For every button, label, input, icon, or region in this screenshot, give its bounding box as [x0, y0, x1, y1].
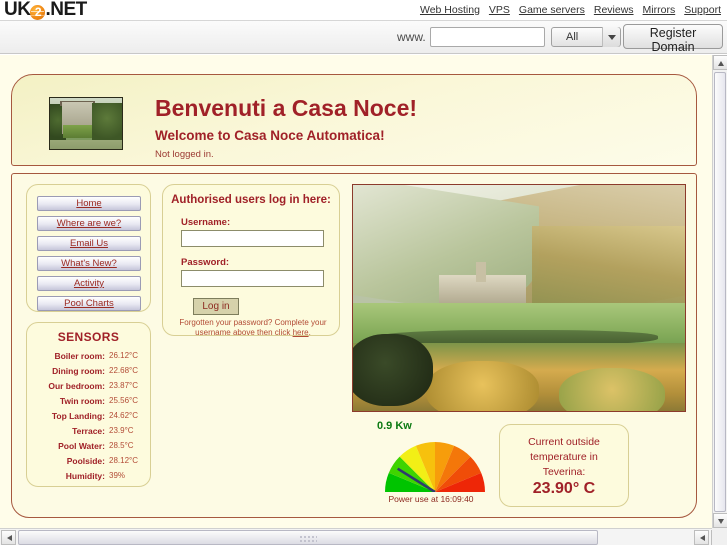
- sensor-row-humidity: Humidity: 39%: [31, 471, 148, 485]
- uk2-logo[interactable]: UK 2 .NET: [4, 0, 87, 21]
- gauge-caption: Power use at 16:09:40: [388, 494, 474, 504]
- uk2-header-bar: UK 2 .NET Web Hosting VPS Game servers Review…: [0, 0, 727, 21]
- gauge-dial: [385, 442, 485, 492]
- sidebar-item-email-us[interactable]: Email Us: [37, 236, 141, 251]
- sidebar-item-whats-new[interactable]: What's New?: [37, 256, 141, 271]
- horizontal-scrollbar[interactable]: [0, 528, 727, 545]
- sensor-row-top-landing: Top Landing: 24.62°C: [31, 411, 148, 425]
- scroll-left-arrow-icon[interactable]: [1, 530, 16, 545]
- sidebar-nav-panel: Home Where are we? Email Us What's New? …: [26, 184, 151, 312]
- page-subtitle: Welcome to Casa Noce Automatica!: [155, 128, 385, 143]
- sensor-row-poolside: Poolside: 28.12°C: [31, 456, 148, 470]
- tld-select[interactable]: All: [551, 27, 621, 47]
- sensor-label: Pool Water:: [58, 441, 105, 451]
- domain-registration-bar: www. All Register Domain: [0, 21, 727, 54]
- sensor-value: 28.5°C: [109, 441, 134, 450]
- username-label: Username:: [181, 217, 231, 228]
- forgot-password-link[interactable]: here: [293, 328, 309, 337]
- nav-link-reviews[interactable]: Reviews: [594, 4, 634, 16]
- sensor-value: 23.87°C: [109, 381, 138, 390]
- vertical-scrollbar-thumb[interactable]: [714, 72, 726, 512]
- outside-temperature-value: 23.90° C: [532, 480, 596, 497]
- outside-temperature-panel: Current outside temperature in Teverina:…: [499, 424, 629, 507]
- scrollbar-grip: [299, 535, 317, 542]
- sensor-value: 25.56°C: [109, 396, 138, 405]
- chevron-down-icon[interactable]: [602, 27, 620, 47]
- scrollbar-corner: [712, 528, 727, 545]
- nav-link-mirrors[interactable]: Mirrors: [643, 4, 676, 16]
- sensor-label: Poolside:: [66, 456, 105, 466]
- logo-text-uk: UK: [4, 0, 31, 20]
- tld-selected-value: All: [566, 31, 579, 43]
- page-title: Benvenuti a Casa Noce!: [155, 95, 418, 121]
- sidebar-item-home[interactable]: Home: [37, 196, 141, 211]
- sensor-label: Twin room:: [59, 396, 105, 406]
- sidebar-item-where-are-we[interactable]: Where are we?: [37, 216, 141, 231]
- site-content-area: Benvenuti a Casa Noce! Welcome to Casa N…: [0, 55, 712, 528]
- gauge-reading-value: 0.9 Kw: [377, 420, 412, 432]
- password-label: Password:: [181, 257, 230, 268]
- casa-noce-villa-thumbnail: [49, 97, 123, 150]
- main-content-panel: Home Where are we? Email Us What's New? …: [11, 173, 697, 518]
- login-panel: Authorised users log in here: Username: …: [162, 184, 340, 337]
- sensor-label: Humidity:: [65, 471, 105, 481]
- sensor-row-our-bedroom: Our bedroom: 23.87°C: [31, 381, 148, 395]
- forgot-password-suffix: .: [308, 327, 311, 337]
- temp-label-line2: temperature in: [530, 451, 598, 463]
- scroll-up-arrow-icon[interactable]: [713, 55, 727, 70]
- login-status-text: Not logged in.: [155, 149, 214, 160]
- logo-text-net: .NET: [45, 0, 87, 20]
- outside-temperature-label: Current outside temperature in Teverina:: [500, 435, 628, 480]
- scroll-left-arrow-icon-2[interactable]: [694, 530, 709, 545]
- sensor-row-boiler-room: Boiler room: 26.12°C: [31, 351, 148, 365]
- vertical-scrollbar[interactable]: [712, 55, 727, 528]
- sensors-panel: SENSORS Boiler room: 26.12°C Dining room…: [26, 322, 151, 487]
- login-panel-title: Authorised users log in here:: [171, 194, 331, 206]
- sensor-row-twin-room: Twin room: 25.56°C: [31, 396, 148, 410]
- sensor-value: 22.68°C: [109, 366, 138, 375]
- sensor-value: 24.62°C: [109, 411, 138, 420]
- sensor-value: 28.12°C: [109, 456, 138, 465]
- sensor-value: 26.12°C: [109, 351, 138, 360]
- sensor-row-pool-water: Pool Water: 28.5°C: [31, 441, 148, 455]
- site-banner: Benvenuti a Casa Noce! Welcome to Casa N…: [11, 74, 697, 166]
- sensor-value: 39%: [109, 471, 126, 480]
- scroll-down-arrow-icon[interactable]: [713, 513, 727, 528]
- sensors-title: SENSORS: [57, 330, 120, 344]
- power-gauge-widget: 0.9 Kw Power use at 16:09:40: [357, 420, 505, 508]
- sensor-label: Top Landing:: [51, 411, 105, 421]
- nav-link-support[interactable]: Support: [684, 4, 721, 16]
- nav-link-vps[interactable]: VPS: [489, 4, 510, 16]
- temp-label-line3: Teverina:: [542, 466, 586, 478]
- nav-link-game-servers[interactable]: Game servers: [519, 4, 585, 16]
- nav-link-web-hosting[interactable]: Web Hosting: [420, 4, 480, 16]
- horizontal-scrollbar-thumb[interactable]: [18, 530, 598, 545]
- sidebar-item-pool-charts[interactable]: Pool Charts: [37, 296, 141, 311]
- domain-name-input[interactable]: [430, 27, 545, 47]
- sensor-label: Terrace:: [72, 426, 105, 436]
- sensor-label: Dining room:: [52, 366, 105, 376]
- sensor-row-dining-room: Dining room: 22.68°C: [31, 366, 148, 380]
- teverina-valley-landscape-photo: [352, 184, 686, 412]
- temp-label-line1: Current outside: [528, 436, 600, 448]
- sensor-label: Boiler room:: [54, 351, 105, 361]
- sidebar-item-activity[interactable]: Activity: [37, 276, 141, 291]
- sensor-value: 23.9°C: [109, 426, 134, 435]
- uk2-top-nav: Web Hosting VPS Game servers Reviews Mirrors…: [411, 4, 721, 16]
- globe-icon: 2: [30, 5, 46, 20]
- sensor-label: Our bedroom:: [48, 381, 105, 391]
- sensor-row-terrace: Terrace: 23.9°C: [31, 426, 148, 440]
- username-input[interactable]: [181, 230, 324, 247]
- forgot-password-text: Forgotten your password? Complete your u…: [177, 318, 329, 337]
- www-prefix-label: www.: [397, 30, 426, 44]
- login-button[interactable]: Log in: [193, 298, 239, 315]
- password-input[interactable]: [181, 270, 324, 287]
- register-domain-button[interactable]: Register Domain: [623, 24, 723, 54]
